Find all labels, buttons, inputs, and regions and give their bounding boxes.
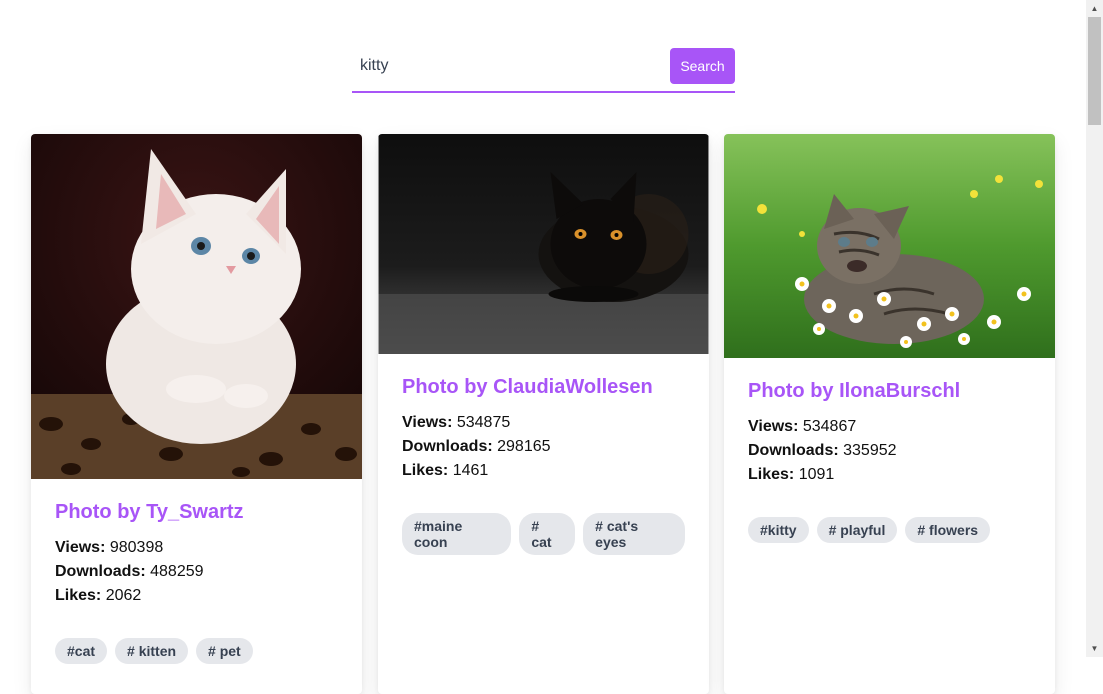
photo-card: Photo by ClaudiaWollesen Views: 534875 D…: [378, 134, 709, 694]
card-body: Photo by Ty_Swartz Views: 980398 Downloa…: [31, 479, 362, 608]
views-label: Views:: [55, 539, 106, 556]
likes-value: 1091: [798, 466, 835, 483]
tag[interactable]: # cat's eyes: [583, 513, 685, 555]
photo-card: Photo by IlonaBurschl Views: 534867 Down…: [724, 134, 1055, 694]
likes-stat: Likes: 2062: [55, 584, 338, 608]
likes-stat: Likes: 1461: [402, 459, 685, 483]
card-title: Photo by ClaudiaWollesen: [402, 376, 653, 398]
tag[interactable]: # flowers: [905, 517, 991, 543]
tag-list: #maine coon # cat # cat's eyes: [378, 483, 709, 555]
views-value: 980398: [109, 539, 164, 556]
likes-value: 1461: [452, 462, 489, 479]
downloads-label: Downloads:: [402, 438, 493, 455]
scroll-up-arrow-icon[interactable]: ▲: [1086, 0, 1103, 17]
likes-label: Likes:: [402, 462, 449, 479]
tag[interactable]: # playful: [816, 517, 898, 543]
search-input[interactable]: [352, 48, 662, 84]
downloads-value: 298165: [497, 438, 551, 455]
search-button[interactable]: Search: [670, 48, 735, 84]
likes-value: 2062: [105, 587, 142, 604]
scroll-thumb[interactable]: [1088, 17, 1101, 125]
views-value: 534875: [456, 414, 511, 431]
downloads-value: 488259: [150, 563, 204, 580]
tag[interactable]: # pet: [196, 638, 253, 664]
views-value: 534867: [802, 418, 857, 435]
photo-card: Photo by Ty_Swartz Views: 980398 Downloa…: [31, 134, 362, 694]
tag[interactable]: #cat: [55, 638, 108, 664]
downloads-value: 335952: [843, 442, 897, 459]
views-stat: Views: 534875: [402, 411, 685, 435]
photo-black-cat[interactable]: [378, 134, 709, 354]
likes-stat: Likes: 1091: [748, 463, 1031, 487]
card-body: Photo by IlonaBurschl Views: 534867 Down…: [724, 358, 1055, 487]
views-stat: Views: 534867: [748, 415, 1031, 439]
card-title: Photo by Ty_Swartz: [55, 501, 244, 523]
photo-tabby-kitten[interactable]: [724, 134, 1055, 358]
photo-white-kitten[interactable]: [31, 134, 362, 479]
tag[interactable]: #kitty: [748, 517, 809, 543]
tag-list: #kitty # playful # flowers: [724, 487, 1055, 543]
downloads-stat: Downloads: 335952: [748, 439, 1031, 463]
views-stat: Views: 980398: [55, 536, 338, 560]
card-title: Photo by IlonaBurschl: [748, 380, 961, 402]
likes-label: Likes:: [748, 466, 795, 483]
search-form: Search: [352, 48, 735, 93]
downloads-stat: Downloads: 298165: [402, 435, 685, 459]
card-body: Photo by ClaudiaWollesen Views: 534875 D…: [378, 354, 709, 483]
likes-label: Likes:: [55, 587, 102, 604]
tag-list: #cat # kitten # pet: [31, 608, 362, 664]
downloads-label: Downloads:: [748, 442, 839, 459]
views-label: Views:: [402, 414, 453, 431]
scroll-down-arrow-icon[interactable]: ▼: [1086, 640, 1103, 657]
tag[interactable]: # kitten: [115, 638, 189, 664]
downloads-label: Downloads:: [55, 563, 146, 580]
tag[interactable]: #maine coon: [402, 513, 512, 555]
downloads-stat: Downloads: 488259: [55, 560, 338, 584]
views-label: Views:: [748, 418, 799, 435]
vertical-scrollbar[interactable]: ▲ ▼: [1086, 0, 1103, 657]
tag[interactable]: # cat: [519, 513, 576, 555]
